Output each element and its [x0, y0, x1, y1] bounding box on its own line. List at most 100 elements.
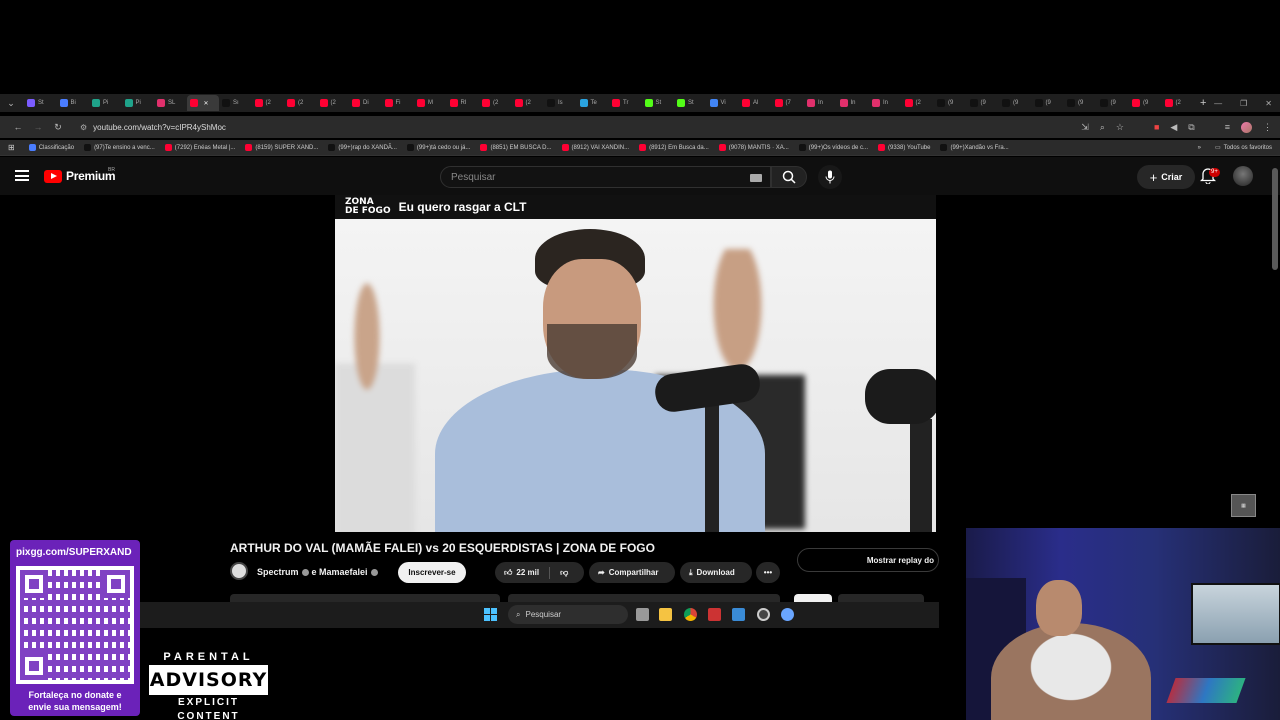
- zoom-icon[interactable]: ⌕: [1100, 122, 1105, 133]
- collab-channel-name[interactable]: e Mamaefalei: [312, 567, 368, 577]
- voice-search-button[interactable]: [818, 165, 842, 189]
- chip-all[interactable]: [794, 594, 832, 602]
- maximize-icon[interactable]: ❐: [1240, 99, 1247, 108]
- browser-tab[interactable]: (2: [479, 95, 512, 111]
- description-box[interactable]: [230, 594, 500, 602]
- bookmark-item[interactable]: (99+)Xandão vs Fra...: [940, 144, 1009, 151]
- more-bookmarks-icon[interactable]: »: [1198, 145, 1201, 151]
- apps-grid-icon[interactable]: ⊞: [8, 143, 15, 152]
- url-field[interactable]: ⚙ youtube.com/watch?v=cIPR4yShMoc: [76, 119, 1081, 135]
- browser-tab[interactable]: Pi: [89, 95, 122, 111]
- browser-tab[interactable]: St: [642, 95, 675, 111]
- browser-tab[interactable]: St: [24, 95, 57, 111]
- install-app-icon[interactable]: ⇲: [1081, 122, 1089, 133]
- bookmark-item[interactable]: (99+)tá cedo ou já...: [406, 144, 470, 151]
- browser-tab[interactable]: ✕: [186, 95, 219, 111]
- profile-avatar[interactable]: [1241, 121, 1252, 133]
- more-actions-button[interactable]: •••: [756, 562, 780, 583]
- page-scrollbar[interactable]: [1272, 168, 1278, 270]
- browser-tab[interactable]: Bi: [57, 95, 90, 111]
- browser-tab[interactable]: (2: [902, 95, 935, 111]
- bookmark-item[interactable]: (8159) SUPER XAND...: [245, 144, 318, 151]
- bookmark-item[interactable]: (9338) YouTube: [878, 144, 930, 151]
- browser-tab[interactable]: Di: [349, 95, 382, 111]
- browser-tab[interactable]: Sı: [219, 95, 252, 111]
- bookmark-item[interactable]: (8912) VAI XANDIN...: [561, 144, 629, 151]
- close-window-icon[interactable]: ✕: [1265, 99, 1272, 108]
- channel-name[interactable]: Spectrum: [257, 567, 299, 577]
- browser-tab[interactable]: (9: [999, 95, 1032, 111]
- browser-tab[interactable]: Vi: [707, 95, 740, 111]
- taskbar-search[interactable]: ⌕ Pesquisar: [508, 605, 628, 624]
- bookmark-item[interactable]: Classificação: [28, 144, 74, 151]
- search-button[interactable]: [771, 166, 807, 188]
- bookmark-item[interactable]: (99+)Os vídeos de c...: [798, 144, 868, 151]
- forward-icon[interactable]: →: [28, 122, 48, 132]
- media-controls-icon[interactable]: ≡: [1225, 122, 1230, 132]
- streaming-app-icon[interactable]: [708, 608, 721, 621]
- youtube-logo[interactable]: Premium: [44, 169, 116, 183]
- browser-tab[interactable]: (2: [1162, 95, 1195, 111]
- create-button[interactable]: + Criar: [1137, 165, 1195, 189]
- browser-tab[interactable]: (9: [1032, 95, 1065, 111]
- windows-start-icon[interactable]: [484, 608, 497, 621]
- channel-names[interactable]: Spectrum e Mamaefalei: [257, 567, 378, 577]
- browser-tab[interactable]: (7: [772, 95, 805, 111]
- reload-icon[interactable]: ↻: [48, 122, 68, 133]
- browser-tab[interactable]: In: [869, 95, 902, 111]
- browser-tab[interactable]: SL: [154, 95, 187, 111]
- browser-tab[interactable]: Is: [544, 95, 577, 111]
- bookmark-star-icon[interactable]: ☆: [1116, 122, 1124, 133]
- task-view-icon[interactable]: [636, 608, 649, 621]
- bookmark-item[interactable]: (97)Te ensino a venc...: [84, 144, 155, 151]
- extensions-puzzle-icon[interactable]: ⧉: [1188, 122, 1194, 133]
- chrome-icon[interactable]: [684, 608, 697, 621]
- chip-related[interactable]: [838, 594, 924, 602]
- share-button[interactable]: ➦ Compartilhar: [589, 562, 675, 583]
- site-info-icon[interactable]: ⚙: [80, 123, 87, 132]
- browser-tab[interactable]: (2: [512, 95, 545, 111]
- browser-tab[interactable]: Al: [739, 95, 772, 111]
- browser-tab[interactable]: Te: [577, 95, 610, 111]
- browser-tab[interactable]: (2: [252, 95, 285, 111]
- browser-tab[interactable]: (9: [967, 95, 1000, 111]
- browser-menu-icon[interactable]: ⋮: [1263, 122, 1272, 133]
- bookmark-item[interactable]: (8851) EM BUSCA D...: [480, 144, 552, 151]
- app-icon[interactable]: [732, 608, 745, 621]
- browser-tab[interactable]: Fi: [382, 95, 415, 111]
- download-button[interactable]: ⤓ Download: [680, 562, 752, 583]
- browser-tab[interactable]: In: [804, 95, 837, 111]
- file-explorer-icon[interactable]: [659, 608, 672, 621]
- account-avatar[interactable]: [1233, 166, 1253, 186]
- keyboard-icon[interactable]: [750, 174, 762, 182]
- new-tab-button[interactable]: +: [1200, 97, 1206, 109]
- browser-tab[interactable]: Pi: [122, 95, 155, 111]
- browser-tab[interactable]: In: [837, 95, 870, 111]
- comments-preview[interactable]: [508, 594, 780, 602]
- like-button[interactable]: 👍︎ 22 mil: [504, 568, 539, 578]
- browser-tab[interactable]: (9: [1097, 95, 1130, 111]
- browser-tab[interactable]: M: [414, 95, 447, 111]
- minimize-icon[interactable]: —: [1214, 99, 1222, 108]
- browser-tab[interactable]: Tr: [609, 95, 642, 111]
- bookmark-item[interactable]: (8912) Em Busca da...: [639, 144, 709, 151]
- back-icon[interactable]: ←: [8, 122, 28, 132]
- channel-avatar[interactable]: [230, 562, 248, 580]
- browser-tab[interactable]: (2: [284, 95, 317, 111]
- browser-tab[interactable]: St: [674, 95, 707, 111]
- subscribe-button[interactable]: Inscrever-se: [398, 562, 466, 583]
- all-bookmarks-folder[interactable]: ▭ Todos os favoritos: [1215, 144, 1272, 152]
- bookmark-item[interactable]: (7292) Enéas Metal |...: [164, 144, 235, 151]
- bookmark-item[interactable]: (9078) MANTIS · XA...: [718, 144, 789, 151]
- browser-tab[interactable]: (9: [1129, 95, 1162, 111]
- video-player[interactable]: ZONA DE FOGO Eu quero rasgar a CLT: [335, 195, 936, 532]
- dislike-button[interactable]: 👎︎: [560, 568, 568, 578]
- bookmark-item[interactable]: (99+)rap do XANDÃ...: [328, 144, 397, 151]
- close-tab-icon[interactable]: ✕: [204, 100, 209, 107]
- browser-tab[interactable]: RI: [447, 95, 480, 111]
- browser-tab[interactable]: (9: [934, 95, 967, 111]
- obs-icon[interactable]: [757, 608, 770, 621]
- search-input[interactable]: Pesquisar: [440, 166, 771, 188]
- extension-red-icon[interactable]: ■: [1154, 122, 1159, 132]
- show-chat-replay-button[interactable]: Mostrar replay do: [797, 548, 939, 572]
